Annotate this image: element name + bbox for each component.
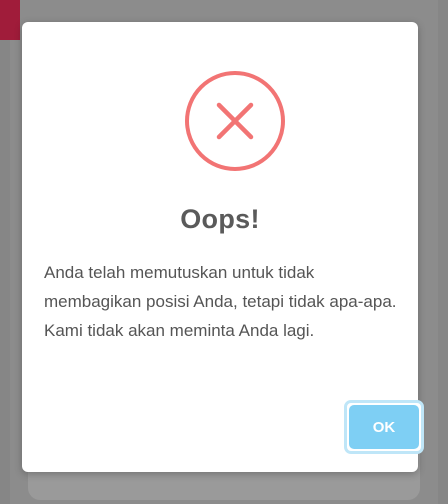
- dialog-title: Oops!: [180, 204, 260, 234]
- ok-button[interactable]: OK: [344, 400, 424, 454]
- error-x-circle-icon: [185, 71, 285, 171]
- ok-button-label: OK: [349, 405, 419, 449]
- dialog-message: Anda telah memutuskan untuk tidak membag…: [44, 263, 397, 340]
- alert-dialog: Oops! Anda telah memutuskan untuk tidak …: [22, 22, 424, 472]
- background-header-accent: [0, 0, 20, 40]
